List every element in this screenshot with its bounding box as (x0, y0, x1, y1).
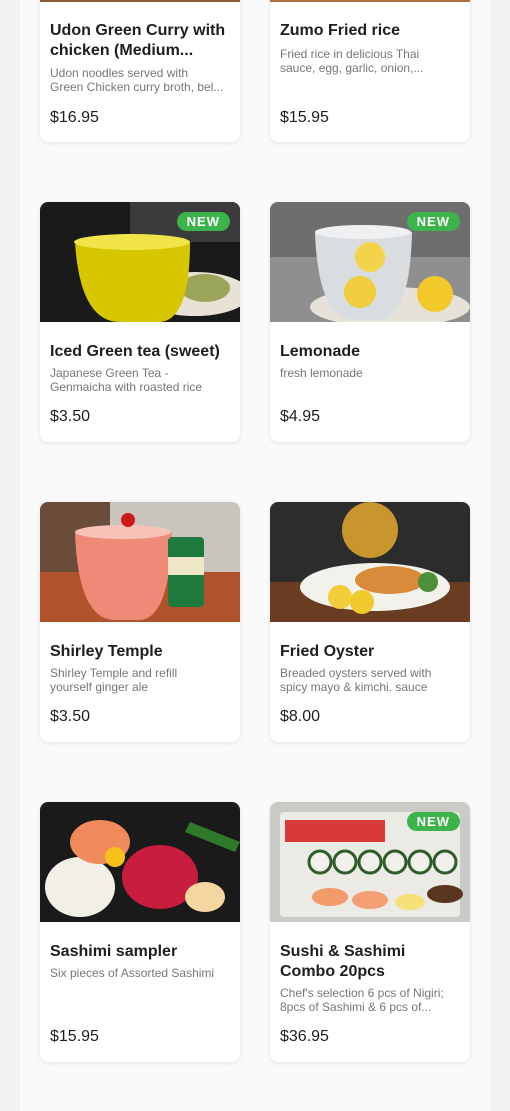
item-price: $3.50 (50, 408, 91, 425)
item-title: Shirley Temple (50, 643, 163, 660)
item-title: Iced Green tea (sweet) (50, 343, 220, 360)
menu-item-card[interactable]: NEW Iced Green tea (sweet) Japanese Gree… (40, 202, 240, 442)
item-description: Chef's selection 6 pcs of Nigiri; 8pcs o… (280, 986, 444, 1014)
item-price: $16.95 (50, 109, 99, 126)
menu-item-card[interactable]: Zumo Fried rice Fried rice in delicious … (270, 0, 470, 142)
item-price: $8.00 (280, 708, 321, 725)
item-photo (40, 0, 240, 2)
new-badge: NEW (176, 212, 230, 231)
new-badge: NEW (406, 812, 460, 831)
item-description: fresh lemonade (280, 366, 363, 380)
item-photo (270, 0, 470, 2)
item-price: $36.95 (280, 1028, 329, 1045)
item-photo (40, 502, 240, 622)
menu-page: Udon Green Curry with chicken (Medium...… (20, 0, 490, 1111)
item-description: Shirley Temple and refill yourself ginge… (50, 666, 178, 694)
menu-item-card[interactable]: Udon Green Curry with chicken (Medium...… (40, 0, 240, 142)
item-title: Sushi & Sashimi Combo 20pcs (280, 943, 406, 980)
item-price: $4.95 (280, 408, 321, 425)
item-photo: NEW (270, 802, 470, 922)
item-description: Fried rice in delicious Thai sauce, egg,… (280, 47, 424, 75)
item-description: Japanese Green Tea - Genmaicha with roas… (50, 366, 203, 394)
item-title: Zumo Fried rice (280, 22, 401, 39)
item-price: $3.50 (50, 708, 91, 725)
menu-item-card[interactable]: NEW Sushi & Sashimi Combo 20pcs Chef's s… (270, 802, 470, 1062)
item-photo: NEW (270, 202, 470, 322)
item-price: $15.95 (50, 1028, 99, 1045)
item-photo (270, 502, 470, 622)
new-badge: NEW (406, 212, 460, 231)
item-title: Sashimi sampler (50, 943, 178, 960)
item-description: Breaded oysters served with spicy mayo &… (280, 666, 432, 694)
menu-item-card[interactable]: Sashimi sampler Six pieces of Assorted S… (40, 802, 240, 1062)
item-title: Udon Green Curry with chicken (Medium... (50, 22, 226, 59)
menu-item-card[interactable]: NEW Lemonade fresh lemonade $4.95 (270, 202, 470, 442)
item-description: Udon noodles served with Green Chicken c… (50, 66, 224, 94)
item-title: Fried Oyster (280, 643, 375, 660)
item-description: Six pieces of Assorted Sashimi (50, 966, 215, 980)
item-price: $15.95 (280, 109, 329, 126)
item-title: Lemonade (280, 343, 361, 360)
item-photo (40, 802, 240, 922)
menu-item-card[interactable]: Fried Oyster Breaded oysters served with… (270, 502, 470, 742)
menu-item-card[interactable]: Shirley Temple Shirley Temple and refill… (40, 502, 240, 742)
item-photo: NEW (40, 202, 240, 322)
